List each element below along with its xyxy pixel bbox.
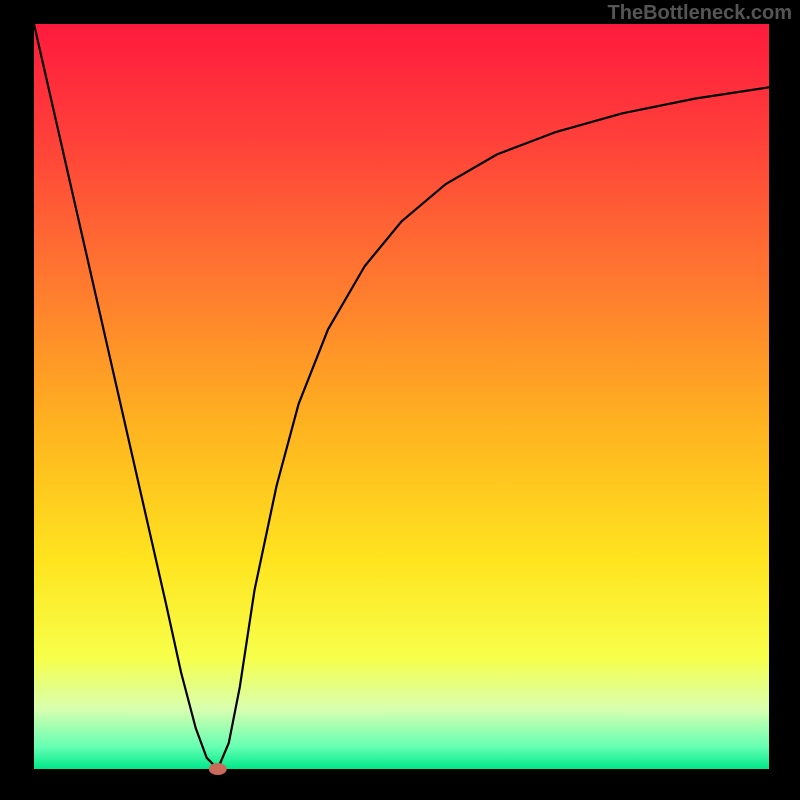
watermark-text: TheBottleneck.com xyxy=(608,2,792,25)
bottleneck-chart xyxy=(0,0,800,800)
plot-background xyxy=(34,24,769,769)
chart-frame: TheBottleneck.com xyxy=(0,0,800,800)
optimal-point-marker xyxy=(209,763,227,775)
